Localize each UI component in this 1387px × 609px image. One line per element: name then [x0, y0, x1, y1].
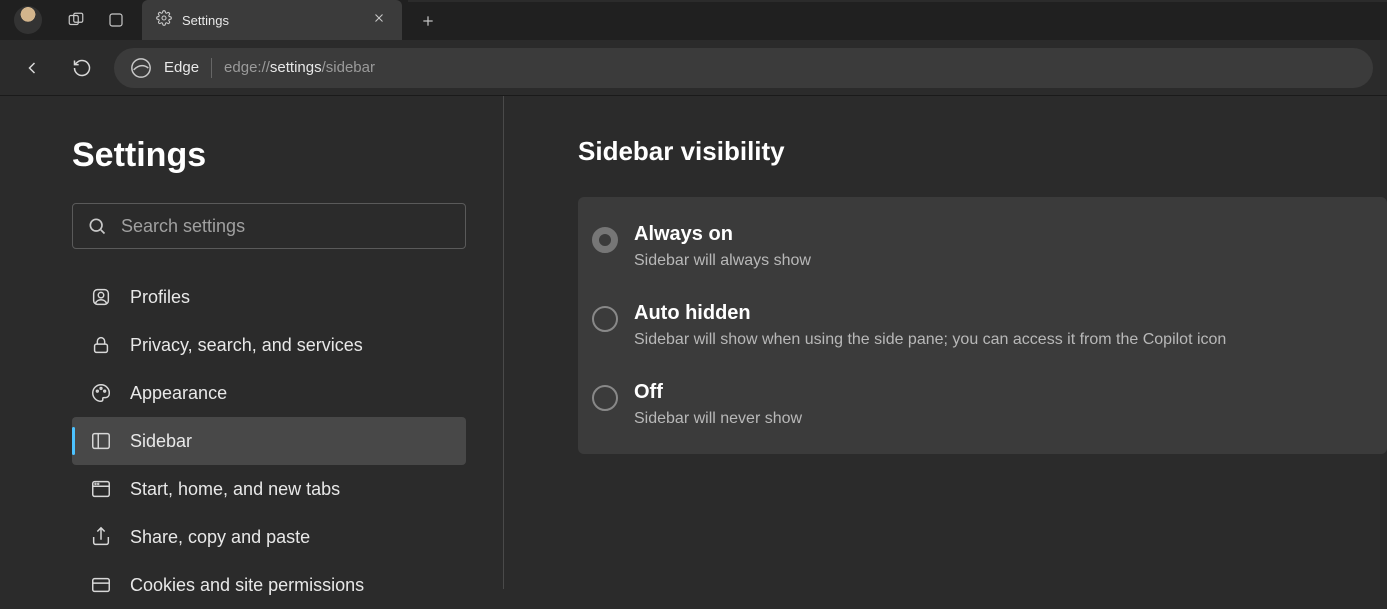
- sidebar-visibility-group: Always on Sidebar will always show Auto …: [578, 197, 1387, 454]
- tabstrip-area: [448, 0, 1387, 40]
- window-icon: [90, 478, 112, 500]
- sidebar-icon: [90, 430, 112, 452]
- option-label: Auto hidden: [634, 302, 1226, 325]
- option-off[interactable]: Off Sidebar will never show: [578, 365, 1387, 444]
- content: Settings Profiles Privacy, search, and s…: [0, 96, 1387, 589]
- search-input[interactable]: [121, 216, 451, 237]
- new-tab-button[interactable]: [408, 0, 448, 40]
- search-settings[interactable]: [72, 203, 466, 249]
- nav-item-appearance[interactable]: Appearance: [72, 369, 466, 417]
- nav-label: Profiles: [130, 287, 190, 308]
- tab-title: Settings: [182, 13, 366, 28]
- tab-actions-icon[interactable]: [96, 0, 136, 40]
- nav-item-privacy[interactable]: Privacy, search, and services: [72, 321, 466, 369]
- profiles-icon: [90, 286, 112, 308]
- search-icon: [87, 216, 107, 236]
- separator: [211, 58, 212, 78]
- gear-icon: [156, 10, 172, 31]
- option-always-on[interactable]: Always on Sidebar will always show: [578, 207, 1387, 286]
- workspaces-icon[interactable]: [56, 0, 96, 40]
- page-title: Settings: [72, 136, 503, 175]
- edge-logo-icon: [130, 57, 152, 79]
- nav-label: Sidebar: [130, 431, 192, 452]
- option-label: Always on: [634, 223, 811, 246]
- radio-indicator[interactable]: [592, 385, 618, 411]
- settings-nav: Profiles Privacy, search, and services A…: [72, 273, 466, 609]
- address-bar[interactable]: Edge edge://settings/sidebar: [114, 48, 1373, 88]
- share-icon: [90, 526, 112, 548]
- lock-icon: [90, 334, 112, 356]
- url-text: edge://settings/sidebar: [224, 59, 375, 76]
- radio-indicator[interactable]: [592, 227, 618, 253]
- nav-item-share[interactable]: Share, copy and paste: [72, 513, 466, 561]
- settings-sidebar: Settings Profiles Privacy, search, and s…: [0, 96, 504, 589]
- refresh-button[interactable]: [64, 50, 100, 86]
- option-desc: Sidebar will show when using the side pa…: [634, 331, 1226, 349]
- nav-label: Start, home, and new tabs: [130, 479, 340, 500]
- main-panel: Sidebar visibility Always on Sidebar wil…: [504, 96, 1387, 589]
- radio-indicator[interactable]: [592, 306, 618, 332]
- cookies-icon: [90, 574, 112, 596]
- nav-label: Privacy, search, and services: [130, 335, 363, 356]
- option-desc: Sidebar will never show: [634, 410, 802, 428]
- back-button[interactable]: [14, 50, 50, 86]
- nav-item-profiles[interactable]: Profiles: [72, 273, 466, 321]
- nav-label: Appearance: [130, 383, 227, 404]
- source-label: Edge: [164, 59, 199, 76]
- titlebar: Settings: [0, 0, 1387, 40]
- profile-avatar[interactable]: [14, 6, 42, 34]
- section-title: Sidebar visibility: [578, 136, 1387, 167]
- close-tab-button[interactable]: [366, 11, 392, 30]
- option-label: Off: [634, 381, 802, 404]
- nav-item-sidebar[interactable]: Sidebar: [72, 417, 466, 465]
- nav-item-start[interactable]: Start, home, and new tabs: [72, 465, 466, 513]
- palette-icon: [90, 382, 112, 404]
- nav-label: Share, copy and paste: [130, 527, 310, 548]
- toolbar: Edge edge://settings/sidebar: [0, 40, 1387, 96]
- browser-tab[interactable]: Settings: [142, 0, 402, 40]
- nav-label: Cookies and site permissions: [130, 575, 364, 596]
- option-desc: Sidebar will always show: [634, 252, 811, 270]
- option-auto-hidden[interactable]: Auto hidden Sidebar will show when using…: [578, 286, 1387, 365]
- nav-item-cookies[interactable]: Cookies and site permissions: [72, 561, 466, 609]
